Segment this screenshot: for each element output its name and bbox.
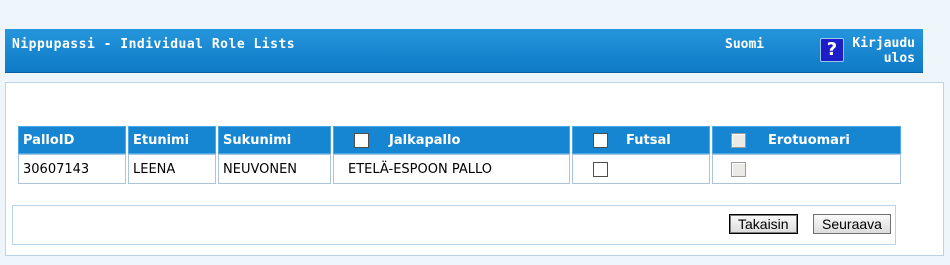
cell-jalkapallo: ETELÄ-ESPOON PALLO bbox=[333, 154, 570, 184]
back-button[interactable]: Takaisin bbox=[729, 214, 798, 234]
cell-etunimi: LEENA bbox=[128, 154, 216, 184]
logout-label-line2: ulos bbox=[883, 51, 915, 66]
app-header: Nippupassi - Individual Role Lists Suomi… bbox=[5, 29, 923, 73]
column-header-sukunimi: Sukunimi bbox=[218, 126, 331, 154]
column-header-jalkapallo: Jalkapallo bbox=[333, 126, 570, 154]
cell-sukunimi: NEUVONEN bbox=[218, 154, 331, 184]
main-panel: PalloID Etunimi Sukunimi Jalkapallo Futs… bbox=[5, 82, 944, 256]
next-button[interactable]: Seuraava bbox=[813, 214, 891, 234]
column-header-futsal: Futsal bbox=[572, 126, 710, 154]
help-icon[interactable]: ? bbox=[820, 38, 844, 62]
language-link[interactable]: Suomi bbox=[725, 37, 764, 52]
cell-futsal bbox=[572, 154, 710, 184]
table-row: 30607143 LEENA NEUVONEN ETELÄ-ESPOON PAL… bbox=[18, 154, 901, 184]
futsal-checkbox[interactable] bbox=[593, 161, 608, 177]
logout-link[interactable]: Kirjaudu ulos bbox=[843, 36, 915, 66]
cell-erotuomari bbox=[712, 154, 901, 184]
page-title: Nippupassi - Individual Role Lists bbox=[12, 37, 296, 52]
jalkapallo-header-label: Jalkapallo bbox=[389, 132, 461, 148]
erotuomari-header-label: Erotuomari bbox=[768, 132, 850, 148]
column-header-palloid: PalloID bbox=[18, 126, 126, 154]
select-all-futsal-checkbox[interactable] bbox=[593, 132, 608, 148]
column-header-erotuomari: Erotuomari bbox=[712, 126, 901, 154]
futsal-header-label: Futsal bbox=[626, 132, 671, 148]
column-header-etunimi: Etunimi bbox=[128, 126, 216, 154]
select-all-jalkapallo-checkbox[interactable] bbox=[354, 132, 369, 148]
button-bar: Takaisin Seuraava bbox=[12, 205, 896, 245]
role-list-table: PalloID Etunimi Sukunimi Jalkapallo Futs… bbox=[16, 126, 903, 184]
logout-label-line1: Kirjaudu bbox=[852, 36, 915, 51]
cell-palloid: 30607143 bbox=[18, 154, 126, 184]
erotuomari-checkbox bbox=[731, 161, 746, 177]
select-all-erotuomari-checkbox bbox=[731, 132, 746, 148]
